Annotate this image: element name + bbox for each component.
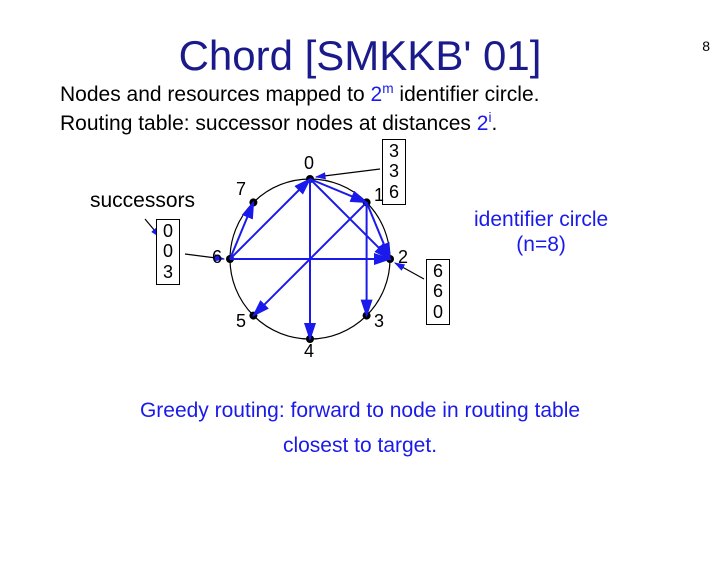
slide-title: Chord [SMKKB' 01] (0, 32, 720, 80)
node-label-6: 6 (212, 247, 222, 268)
two-m-exp: m (382, 81, 393, 96)
succ6-row2: 3 (163, 262, 173, 283)
successors-table-node6: 0 0 3 (156, 219, 180, 285)
node-label-5: 5 (236, 311, 246, 332)
two-m-base: 2 (371, 83, 383, 106)
line2-part-b: . (491, 112, 497, 135)
succ0-row1: 3 (389, 161, 399, 182)
identifier-circle-label: identifier circle (n=8) (474, 207, 608, 257)
body-line-2: Routing table: successor nodes at distan… (60, 109, 680, 138)
diagram-svg (0, 139, 720, 389)
page-number: 8 (702, 38, 710, 54)
node-label-3: 3 (374, 311, 384, 332)
two-i: 2i (477, 112, 492, 135)
footer-line-2: closest to target. (60, 432, 660, 459)
successors-label: successors (90, 189, 195, 213)
node-label-2: 2 (398, 247, 408, 268)
idcircle-line2: (n=8) (516, 233, 566, 256)
succ0-row0: 3 (389, 141, 399, 162)
succ0-row2: 6 (389, 182, 399, 203)
succ1-row0: 6 (433, 261, 443, 282)
node-label-0: 0 (304, 153, 314, 174)
succ6-row0: 0 (163, 221, 173, 242)
two-m: 2m (371, 83, 394, 106)
succ1-row2: 0 (433, 302, 443, 323)
succ1-row1: 6 (433, 281, 443, 302)
chord-diagram: successors 0 0 3 3 3 6 6 6 0 0 1 2 3 4 5… (0, 139, 720, 389)
idcircle-line1: identifier circle (474, 208, 608, 231)
footer-line-1: Greedy routing: forward to node in routi… (60, 397, 660, 424)
line2-part-a: Routing table: successor nodes at distan… (60, 112, 477, 135)
line1-part-b: identifier circle. (394, 83, 540, 106)
line1-part-a: Nodes and resources mapped to (60, 83, 371, 106)
body-line-1: Nodes and resources mapped to 2m identif… (60, 80, 680, 109)
successors-table-node0: 3 3 6 (382, 139, 406, 205)
node-label-7: 7 (236, 179, 246, 200)
successors-table-node1: 6 6 0 (426, 259, 450, 325)
node-label-4: 4 (304, 341, 314, 362)
two-i-base: 2 (477, 112, 489, 135)
node-label-1: 1 (374, 185, 384, 206)
succ6-row1: 0 (163, 241, 173, 262)
